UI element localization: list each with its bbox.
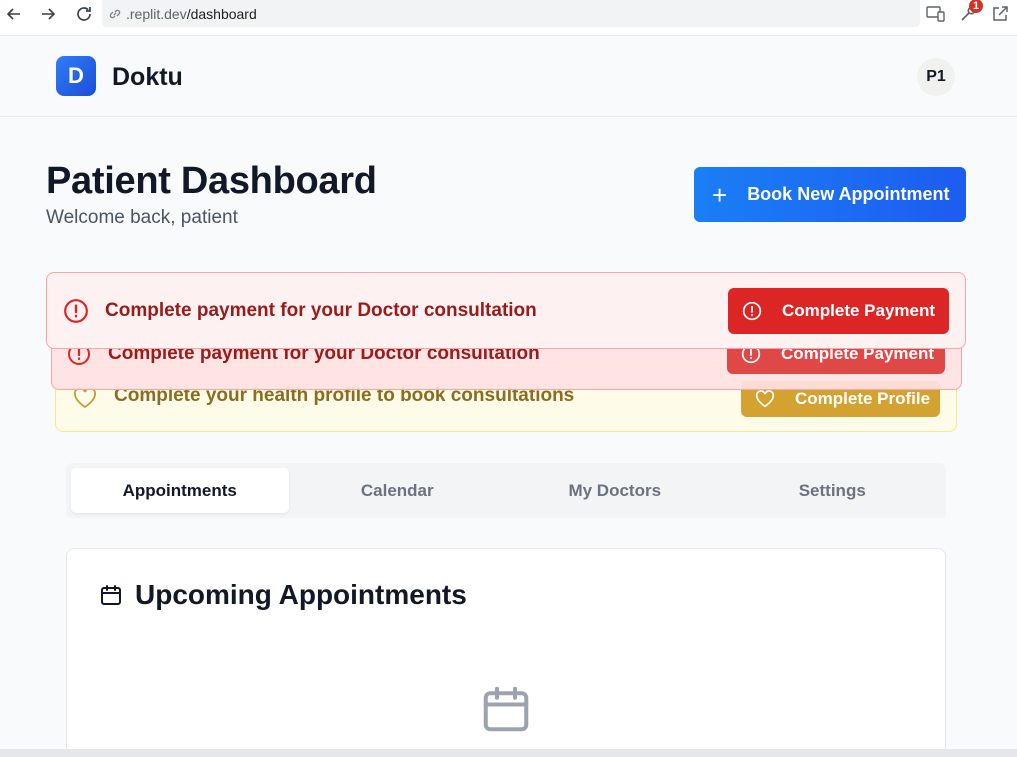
app-header: D Doktu P1 <box>0 36 1017 117</box>
back-icon[interactable] <box>2 3 26 25</box>
tab-calendar[interactable]: Calendar <box>289 468 507 513</box>
complete-profile-label: Complete Profile <box>795 389 931 408</box>
url-host: .replit.dev <box>126 5 187 22</box>
payment-alert-primary: Complete payment for your Doctor consult… <box>46 272 966 349</box>
empty-calendar-icon <box>479 681 533 742</box>
tab-settings[interactable]: Settings <box>724 468 942 513</box>
tab-appointments[interactable]: Appointments <box>71 468 289 513</box>
address-bar[interactable]: .replit.dev/dashboard <box>102 0 920 27</box>
link-icon <box>108 7 122 21</box>
heart-icon <box>755 390 775 408</box>
plus-icon: + <box>712 179 728 210</box>
reload-icon[interactable] <box>72 3 96 25</box>
url-path: /dashboard <box>186 5 257 22</box>
card-header: Upcoming Appointments <box>99 579 467 611</box>
alert-circle-icon <box>63 298 89 324</box>
open-external-icon[interactable] <box>989 3 1011 25</box>
browser-toolbar: .replit.dev/dashboard 1 <box>0 0 1017 36</box>
complete-payment-label: Complete Payment <box>782 300 936 320</box>
page-subtitle: Welcome back, patient <box>46 207 238 228</box>
dashboard-tabs: Appointments Calendar My Doctors Setting… <box>66 463 946 518</box>
logo[interactable]: D <box>56 56 96 96</box>
extension-badge: 1 <box>969 0 983 13</box>
page-title: Patient Dashboard <box>46 160 377 202</box>
horizontal-scrollbar[interactable] <box>0 749 1017 757</box>
forward-icon[interactable] <box>36 3 60 25</box>
devices-icon[interactable] <box>925 3 947 25</box>
extension-wrench-icon[interactable]: 1 <box>957 0 983 25</box>
tab-my-doctors[interactable]: My Doctors <box>506 468 724 513</box>
complete-payment-button[interactable]: Complete Payment <box>728 287 949 334</box>
upcoming-appointments-card: Upcoming Appointments <box>66 548 946 757</box>
calendar-icon <box>99 583 123 607</box>
book-appointment-button[interactable]: + Book New Appointment <box>694 167 966 222</box>
alert-circle-icon <box>742 301 762 321</box>
avatar[interactable]: P1 <box>917 58 955 96</box>
book-appointment-label: Book New Appointment <box>747 184 950 204</box>
payment-alert-primary-message: Complete payment for your Doctor consult… <box>105 299 537 321</box>
card-title: Upcoming Appointments <box>135 579 467 610</box>
brand-name[interactable]: Doktu <box>112 63 183 92</box>
